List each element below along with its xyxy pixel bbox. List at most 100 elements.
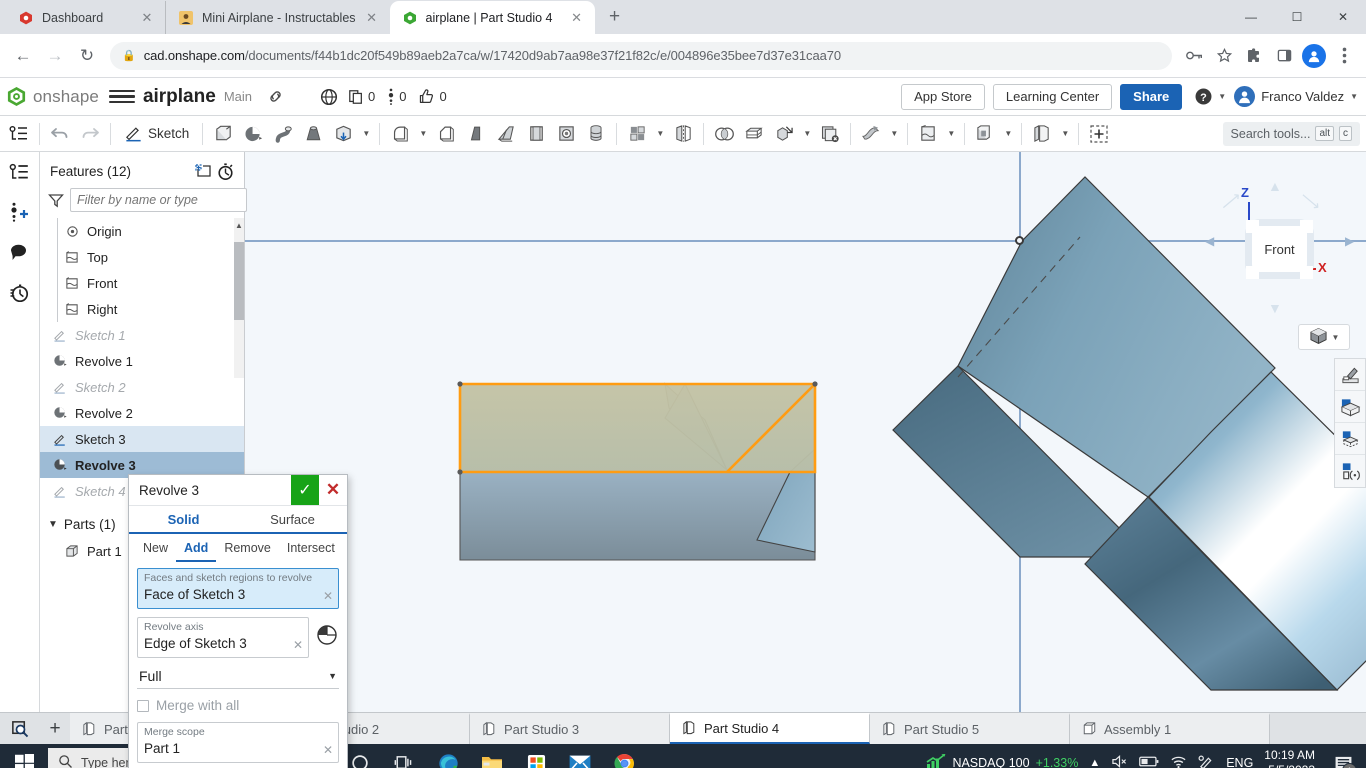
reload-icon[interactable]: ↻ [72, 41, 102, 71]
extensions-icon[interactable] [1240, 42, 1268, 70]
add-tab-button[interactable]: + [40, 713, 70, 744]
wifi-icon[interactable] [1170, 755, 1187, 768]
document-branch[interactable]: Main [224, 89, 252, 104]
draft-icon[interactable] [461, 119, 491, 149]
extent-select[interactable]: Full ▼ [137, 666, 339, 689]
composite-part-icon[interactable] [1027, 119, 1057, 149]
split-icon[interactable] [739, 119, 769, 149]
windows-start-icon[interactable] [0, 744, 48, 768]
merge-scope-field[interactable]: Merge scope Part 1 ✕ [137, 722, 339, 763]
main-menu-button[interactable] [109, 84, 135, 110]
browser-tab-1[interactable]: Mini Airplane - Instructables ✕ [166, 1, 390, 34]
viewcube-front-face[interactable]: Front [1252, 226, 1307, 272]
browser-tab-0-close-icon[interactable]: ✕ [139, 10, 155, 26]
clear-x-icon[interactable]: ✕ [323, 589, 333, 603]
likes-count[interactable]: 0 [418, 88, 446, 105]
viewcube-corner-tr[interactable] [1300, 220, 1313, 233]
address-bar[interactable]: 🔒 cad.onshape.com/documents/f44b1dc20f54… [110, 42, 1172, 70]
sweep-icon[interactable] [268, 119, 298, 149]
close-icon[interactable]: ✕ [319, 475, 347, 505]
fillet-icon[interactable] [385, 119, 415, 149]
window-maximize-button[interactable]: ☐ [1274, 0, 1320, 34]
viewcube-corner-br[interactable] [1300, 266, 1313, 279]
sheet-metal-dropdown-icon[interactable]: ▼ [886, 119, 902, 149]
file-explorer-icon[interactable] [470, 744, 514, 768]
feature-row-revolve-2[interactable]: Revolve 2 [40, 400, 244, 426]
solid-tools-dropdown-icon[interactable]: ▼ [358, 119, 374, 149]
feature-list-icon[interactable] [6, 158, 34, 186]
browser-tab-2-close-icon[interactable]: ✕ [569, 10, 585, 26]
pattern-icon[interactable] [622, 119, 652, 149]
window-close-button[interactable]: ✕ [1320, 0, 1366, 34]
feature-row-revolve-1[interactable]: Revolve 1 [40, 348, 244, 374]
viewcube-corner-tl[interactable] [1246, 220, 1259, 233]
task-view-icon[interactable] [382, 744, 426, 768]
doc-tab-part-studio-3[interactable]: Part Studio 3 [470, 713, 670, 744]
origin-point[interactable] [1015, 236, 1024, 245]
appearance-icon[interactable] [1335, 359, 1365, 391]
derive-dropdown-icon[interactable]: ▼ [1000, 119, 1016, 149]
composite-dropdown-icon[interactable]: ▼ [1057, 119, 1073, 149]
chevron-up-icon[interactable]: ▲ [1089, 757, 1100, 768]
boolean-icon[interactable] [709, 119, 739, 149]
feature-row-front[interactable]: Front [40, 270, 244, 296]
tab-remove[interactable]: Remove [216, 538, 279, 562]
viewcube-rotate-cw-icon[interactable]: ⟶ [1297, 187, 1325, 215]
thicken-icon[interactable] [328, 119, 358, 149]
doc-tab-part-studio-5[interactable]: Part Studio 5 [870, 713, 1070, 744]
derive-icon[interactable] [970, 119, 1000, 149]
merge-with-all-checkbox-row[interactable]: Merge with all [137, 698, 339, 713]
feature-row-sketch-3[interactable]: Sketch 3 [40, 426, 244, 452]
feature-tree-icon[interactable] [4, 119, 34, 149]
search-tools-box[interactable]: Search tools... alt c [1223, 122, 1360, 146]
feature-row-sketch-2[interactable]: Sketch 2 [40, 374, 244, 400]
viewcube-arrow-up-icon[interactable]: ▲ [1268, 178, 1282, 194]
sheet-metal-icon[interactable] [856, 119, 886, 149]
profile-avatar[interactable] [1300, 42, 1328, 70]
volume-muted-icon[interactable] [1111, 754, 1128, 768]
feature-row-right[interactable]: Right [40, 296, 244, 322]
rotate-view-icon[interactable] [1335, 423, 1365, 455]
stock-widget[interactable]: NASDAQ 100 +1.33% [926, 753, 1078, 768]
revolve-dialog[interactable]: Revolve 3 ✓ ✕ Solid Surface New Add Remo… [128, 474, 348, 768]
back-icon[interactable]: ← [8, 41, 38, 71]
feature-row-origin[interactable]: Origin [40, 218, 244, 244]
plane-dropdown-icon[interactable]: ▼ [943, 119, 959, 149]
globe-icon[interactable] [316, 84, 342, 110]
section-view-icon[interactable] [1335, 391, 1365, 423]
rib-icon[interactable] [491, 119, 521, 149]
filter-input[interactable] [70, 188, 247, 212]
history-icon[interactable] [6, 278, 34, 306]
measure-icon[interactable] [1335, 455, 1365, 487]
insert-icon[interactable] [1084, 119, 1114, 149]
loft-icon[interactable] [298, 119, 328, 149]
browser-tab-1-close-icon[interactable]: ✕ [364, 10, 380, 26]
filter-funnel-icon[interactable] [48, 193, 64, 208]
key-icon[interactable] [1180, 42, 1208, 70]
chamfer-icon[interactable] [431, 119, 461, 149]
tab-intersect[interactable]: Intersect [279, 538, 343, 562]
user-menu[interactable]: Franco Valdez ▼ [1234, 86, 1358, 107]
star-icon[interactable] [1210, 42, 1238, 70]
new-tab-button[interactable]: + [601, 3, 629, 31]
clear-x-icon[interactable]: ✕ [323, 743, 333, 757]
feature-row-top[interactable]: Top [40, 244, 244, 270]
share-button[interactable]: Share [1120, 84, 1182, 110]
revolve-icon[interactable] [238, 119, 268, 149]
clear-x-icon[interactable]: ✕ [293, 638, 303, 652]
window-minimize-button[interactable]: — [1228, 0, 1274, 34]
faces-field[interactable]: Faces and sketch regions to revolve Face… [137, 568, 339, 609]
shell-icon[interactable] [521, 119, 551, 149]
mirror-icon[interactable] [668, 119, 698, 149]
transform-icon[interactable] [769, 119, 799, 149]
link-icon[interactable] [262, 84, 288, 110]
checkmark-icon[interactable]: ✓ [291, 475, 319, 505]
browser-menu-icon[interactable] [1330, 42, 1358, 70]
rollback-timer-icon[interactable] [214, 160, 236, 182]
tab-surface[interactable]: Surface [238, 506, 347, 532]
pen-icon[interactable] [1198, 754, 1215, 768]
document-title[interactable]: airplane [143, 86, 216, 108]
pattern-dropdown-icon[interactable]: ▼ [652, 119, 668, 149]
battery-icon[interactable] [1139, 755, 1159, 768]
help-icon[interactable]: ? [1190, 84, 1216, 110]
